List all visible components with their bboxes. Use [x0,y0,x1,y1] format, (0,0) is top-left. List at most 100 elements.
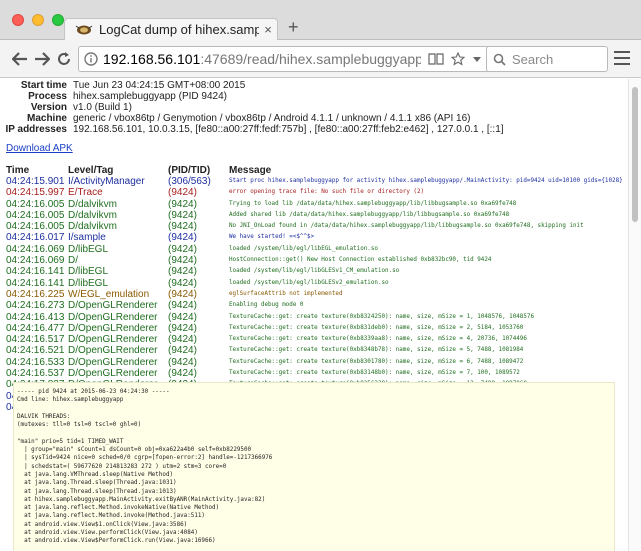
log-pid: (9424) [168,187,197,199]
tab-close-icon[interactable]: × [259,22,277,37]
log-pid: (9424) [168,356,197,368]
address-bar[interactable]: 192.168.56.101:47689/read/hihex.samplebu… [78,46,490,72]
trace-line: | schedstat=( 59677620 214813283 272 ) u… [17,463,227,470]
log-message: TextureCache::get: create texture(0xb831… [229,370,520,377]
reader-view-icon[interactable] [428,53,444,65]
log-message: loaded /system/lib/egl/libGLESv2_emulati… [229,279,389,286]
log-time: 04:24:16.017 [6,232,65,244]
back-button[interactable] [10,49,30,69]
trace-line: at java.lang.Thread.sleep(Thread.java:10… [17,488,177,495]
download-apk-link[interactable]: Download APK [6,143,73,154]
info-value: v1.0 (Build 1) [73,102,132,113]
log-message: loaded /system/lib/egl/libEGL_emulation.… [229,245,378,252]
bug-icon [75,25,93,34]
log-pid: (9424) [168,198,197,210]
zoom-window-button[interactable] [52,14,64,26]
log-message: Start proc hihex.samplebuggyapp for acti… [229,178,623,184]
log-time: 04:24:15.997 [6,187,65,199]
dropdown-arrow-icon[interactable] [472,54,482,64]
log-message: Added shared lib /data/data/hihex.sample… [229,211,510,218]
log-tag: D/libEGL [68,277,109,289]
trace-line: at java.lang.Thread.sleep(Thread.java:10… [17,480,177,487]
log-pid: (306/563) [168,176,211,187]
log-message: Enabling debug mode 0 [229,302,304,309]
browser-tab[interactable]: LogCat dump of hihex.samplebuggyapp × [64,18,278,40]
page-content: Start time Tue Jun 23 04:24:15 GMT+08:00… [0,79,628,551]
trace-line: "main" prio=5 tid=1 TIMED_WAIT [17,438,124,445]
close-window-button[interactable] [12,14,24,26]
bookmark-star-icon[interactable] [451,52,465,66]
site-info-button[interactable] [79,52,103,66]
log-pid: (9424) [168,334,197,346]
trace-line: at android.view.View.performClick(View.j… [17,530,198,537]
log-tag: I/sample [68,232,106,244]
log-message: TextureCache::get: create texture(0xb831… [229,324,524,331]
log-message: error opening trace file: No such file o… [229,189,425,196]
log-tag: D/OpenGLRenderer [68,334,158,346]
info-key: Version [30,102,67,113]
search-icon [493,53,506,66]
log-row: 04:24:15.901 I/ActivityManager (306/563) St… [6,176,626,187]
trace-line: ----- pid 9424 at 2015-06-23 04:24:30 --… [17,389,170,395]
log-pid: (9424) [168,221,197,233]
minimize-window-button[interactable] [32,14,44,26]
log-time: 04:24:16.005 [6,221,65,233]
log-pid: (9424) [168,209,197,221]
new-tab-button[interactable]: + [288,18,299,36]
log-pid: (9424) [168,300,197,312]
info-row: IP addresses 192.168.56.101, 10.0.3.15, … [0,124,503,135]
log-pid: (9424) [168,266,197,278]
log-tag: D/OpenGLRenderer [68,322,158,334]
header-message: Message [229,165,272,176]
trace-line: at java.lang.VMThread.sleep(Native Metho… [17,471,174,478]
log-time: 04:24:16.141 [6,277,65,289]
log-tag: D/OpenGLRenderer [68,368,158,380]
log-row: 04:24:16.273 D/OpenGLRenderer (9424) Enabli… [6,300,626,311]
trace-line: at java.lang.reflect.Method.invokeNative… [17,505,220,512]
log-tag: D/dalvikvm [68,209,117,221]
menu-hamburger-icon[interactable] [614,51,630,69]
log-time: 04:24:16.413 [6,311,65,323]
vertical-scrollbar[interactable] [628,79,641,551]
log-pid: (9424) [168,311,197,323]
log-time: 04:24:16.005 [6,198,65,210]
search-placeholder: Search [512,51,554,67]
log-row: 04:24:16.537 D/OpenGLRenderer (9424) Textur… [6,368,626,379]
log-row: 04:24:16.017 I/sample (9424) We have starte… [6,232,626,243]
tab-strip: LogCat dump of hihex.samplebuggyapp × + [0,0,641,40]
log-message: We have started! =<$^^$> [229,234,315,241]
log-tag: D/OpenGLRenderer [68,356,158,368]
log-time: 04:24:16.537 [6,368,65,380]
log-message: HostConnection::get() New Host Connectio… [229,257,492,264]
search-bar[interactable]: Search [486,46,608,72]
process-info: Start time Tue Jun 23 04:24:15 GMT+08:00… [0,80,504,135]
scrollbar-thumb[interactable] [632,87,638,222]
info-key: Machine [26,113,67,124]
log-tag: D/OpenGLRenderer [68,300,158,312]
back-arrow-icon [12,52,27,66]
log-row: 04:24:16.477 D/OpenGLRenderer (9424) Textur… [6,323,626,334]
url-path: :47689/read/hihex.samplebuggyapp-201 [200,51,421,67]
log-row: 04:24:16.069 D/ (9424) HostConnection::get(… [6,255,626,266]
log-time: 04:24:16.069 [6,243,65,255]
trace-line: at android.view.View$PerformClick.run(Vi… [17,538,216,545]
log-pid: (9424) [168,277,197,289]
log-row: 04:24:16.069 D/libEGL (9424) loaded /system… [6,244,626,255]
log-message: TextureCache::get: create texture(0xb832… [229,313,534,320]
url-text[interactable]: 192.168.56.101:47689/read/hihex.samplebu… [103,51,421,67]
log-row: 04:24:16.517 D/OpenGLRenderer (9424) Textur… [6,334,626,345]
log-tag: D/OpenGLRenderer [68,345,158,357]
log-pid: (9424) [168,322,197,334]
log-message: TextureCache::get: create texture(0xb834… [229,347,524,354]
forward-button[interactable] [32,49,52,69]
log-time: 04:24:16.477 [6,322,65,334]
log-row: 04:24:16.141 D/libEGL (9424) loaded /system… [6,266,626,277]
info-row: Machine generic / vbox86tp / Genymotion … [0,113,504,124]
trace-line [17,405,614,413]
log-message: TextureCache::get: create texture(0xb833… [229,336,527,343]
reload-button[interactable] [54,49,74,69]
info-key: Start time [20,80,67,91]
trace-line: | sysTid=9424 nice=0 sched=0/0 cgrp=[fop… [17,455,273,462]
info-row: Start time Tue Jun 23 04:24:15 GMT+08:00… [0,80,504,91]
forward-arrow-icon [35,52,50,66]
